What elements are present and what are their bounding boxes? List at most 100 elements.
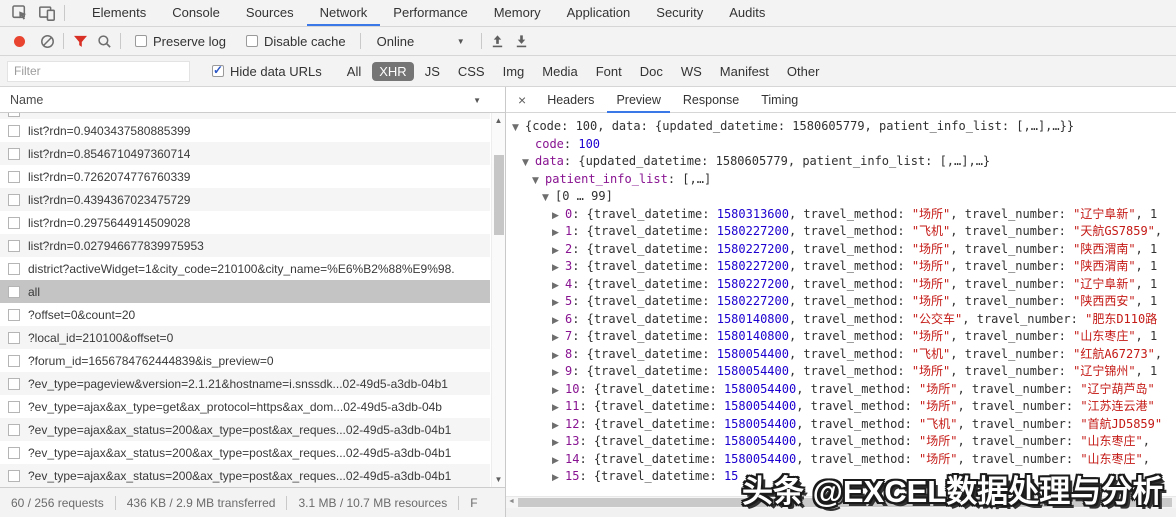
clear-icon[interactable] xyxy=(35,29,59,53)
tab-sources[interactable]: Sources xyxy=(233,0,307,26)
close-icon[interactable]: × xyxy=(518,87,526,113)
disclosure-triangle-icon[interactable]: ▶ xyxy=(552,278,565,294)
disclosure-triangle-icon[interactable]: ▶ xyxy=(552,260,565,276)
disclosure-triangle-icon[interactable]: ▶ xyxy=(552,243,565,259)
request-row[interactable]: all xyxy=(0,280,490,303)
json-tree-row[interactable]: ▶9: {travel_datetime: 1580054400, travel… xyxy=(506,363,1176,381)
disclosure-triangle-icon[interactable]: ▶ xyxy=(552,348,565,364)
filter-type-xhr[interactable]: XHR xyxy=(372,62,413,81)
json-tree-row[interactable]: ▼[0 … 99] xyxy=(506,188,1176,206)
json-tree-row[interactable]: ▶8: {travel_datetime: 1580054400, travel… xyxy=(506,346,1176,364)
json-tree-row[interactable]: ▶6: {travel_datetime: 1580140800, travel… xyxy=(506,311,1176,329)
request-row[interactable]: ?ev_type=ajax&ax_status=200&ax_type=post… xyxy=(0,418,490,441)
json-tree-row[interactable]: ▶5: {travel_datetime: 1580227200, travel… xyxy=(506,293,1176,311)
disclosure-triangle-icon[interactable]: ▶ xyxy=(552,383,565,399)
request-row[interactable]: ?forum_id=1656784762444839&is_preview=0 xyxy=(0,349,490,372)
filter-type-img[interactable]: Img xyxy=(496,62,532,81)
disclosure-triangle-icon[interactable]: ▶ xyxy=(552,225,565,241)
request-row[interactable]: list?rdn=0.2975644914509028 xyxy=(0,211,490,234)
disclosure-triangle-icon[interactable]: ▶ xyxy=(552,313,565,329)
detail-tab-timing[interactable]: Timing xyxy=(752,87,807,113)
request-row[interactable]: list?rdn=0.9403437580885399 xyxy=(0,119,490,142)
request-row[interactable]: ?ev_type=ajax&ax_status=200&ax_type=post… xyxy=(0,441,490,464)
json-tree-row[interactable]: ▼{code: 100, data: {updated_datetime: 15… xyxy=(506,118,1176,136)
filter-type-manifest[interactable]: Manifest xyxy=(713,62,776,81)
export-har-icon[interactable] xyxy=(510,29,534,53)
disclosure-triangle-icon[interactable]: ▼ xyxy=(512,120,525,136)
filter-type-doc[interactable]: Doc xyxy=(633,62,670,81)
checkbox-unchecked[interactable] xyxy=(135,35,147,47)
detail-tab-preview[interactable]: Preview xyxy=(607,87,669,113)
tab-security[interactable]: Security xyxy=(643,0,716,26)
hide-data-urls-checkbox[interactable]: Hide data URLs xyxy=(212,64,322,79)
checkbox-unchecked[interactable] xyxy=(246,35,258,47)
scroll-down-icon[interactable]: ▼ xyxy=(492,475,505,484)
device-toolbar-icon[interactable] xyxy=(33,0,60,26)
disclosure-triangle-icon[interactable]: ▶ xyxy=(552,453,565,469)
request-row[interactable]: ?ev_type=pageview&version=2.1.21&hostnam… xyxy=(0,372,490,395)
disclosure-triangle-icon[interactable]: ▶ xyxy=(552,470,565,486)
tab-network[interactable]: Network xyxy=(307,0,381,26)
disclosure-triangle-icon[interactable]: ▼ xyxy=(532,173,545,189)
disclosure-triangle-icon[interactable]: ▶ xyxy=(552,208,565,224)
search-icon[interactable] xyxy=(92,29,116,53)
scroll-left-icon[interactable]: ◄ xyxy=(508,498,515,505)
detail-tab-headers[interactable]: Headers xyxy=(538,87,603,113)
json-tree-row[interactable]: ▶7: {travel_datetime: 1580140800, travel… xyxy=(506,328,1176,346)
filter-type-all[interactable]: All xyxy=(340,62,368,81)
json-tree-row[interactable]: ▶12: {travel_datetime: 1580054400, trave… xyxy=(506,416,1176,434)
request-row[interactable]: ?ev_type=ajax&ax_type=get&ax_protocol=ht… xyxy=(0,395,490,418)
tab-audits[interactable]: Audits xyxy=(716,0,778,26)
scroll-up-icon[interactable]: ▲ xyxy=(492,116,505,125)
request-row[interactable]: list?rdn=0.027946677839975953 xyxy=(0,234,490,257)
json-tree-row[interactable]: ▶0: {travel_datetime: 1580313600, travel… xyxy=(506,206,1176,224)
filter-type-media[interactable]: Media xyxy=(535,62,584,81)
filter-type-css[interactable]: CSS xyxy=(451,62,492,81)
json-tree-row[interactable]: code: 100 xyxy=(506,136,1176,154)
filter-type-js[interactable]: JS xyxy=(418,62,447,81)
json-tree-row[interactable]: ▶4: {travel_datetime: 1580227200, travel… xyxy=(506,276,1176,294)
tab-elements[interactable]: Elements xyxy=(79,0,159,26)
disclosure-triangle-icon[interactable]: ▶ xyxy=(552,435,565,451)
json-tree-row[interactable]: ▼patient_info_list: [,…] xyxy=(506,171,1176,189)
json-tree-row[interactable]: ▶3: {travel_datetime: 1580227200, travel… xyxy=(506,258,1176,276)
json-tree-row[interactable]: ▶10: {travel_datetime: 1580054400, trave… xyxy=(506,381,1176,399)
request-row[interactable]: list?rdn=0.7262074776760339 xyxy=(0,165,490,188)
tab-performance[interactable]: Performance xyxy=(380,0,480,26)
request-row[interactable]: list?rdn=0.4394367023475729 xyxy=(0,188,490,211)
tab-application[interactable]: Application xyxy=(554,0,644,26)
inspect-element-icon[interactable] xyxy=(6,0,33,26)
filter-input[interactable] xyxy=(7,61,190,82)
detail-tab-response[interactable]: Response xyxy=(674,87,748,113)
json-tree-row[interactable]: ▶1: {travel_datetime: 1580227200, travel… xyxy=(506,223,1176,241)
tab-memory[interactable]: Memory xyxy=(481,0,554,26)
throttling-dropdown[interactable]: Online ▼ xyxy=(377,34,465,49)
disclosure-triangle-icon[interactable]: ▼ xyxy=(542,190,555,206)
name-column-header[interactable]: Name ▼ xyxy=(0,87,505,113)
request-row[interactable]: ?local_id=210100&offset=0 xyxy=(0,326,490,349)
request-row[interactable]: district?activeWidget=1&city_code=210100… xyxy=(0,257,490,280)
tab-console[interactable]: Console xyxy=(159,0,233,26)
vertical-scrollbar[interactable]: ▲ ▼ xyxy=(491,113,505,487)
disable-cache-checkbox[interactable]: Disable cache xyxy=(246,34,346,49)
filter-type-font[interactable]: Font xyxy=(589,62,629,81)
filter-type-ws[interactable]: WS xyxy=(674,62,709,81)
json-tree-row[interactable]: ▶13: {travel_datetime: 1580054400, trave… xyxy=(506,433,1176,451)
disclosure-triangle-icon[interactable]: ▶ xyxy=(552,400,565,416)
disclosure-triangle-icon[interactable]: ▶ xyxy=(552,365,565,381)
filter-funnel-icon[interactable] xyxy=(68,29,92,53)
json-tree-row[interactable]: ▼data: {updated_datetime: 1580605779, pa… xyxy=(506,153,1176,171)
disclosure-triangle-icon[interactable]: ▶ xyxy=(552,418,565,434)
request-row[interactable]: ?offset=0&count=20 xyxy=(0,303,490,326)
preserve-log-checkbox[interactable]: Preserve log xyxy=(135,34,226,49)
json-tree-row[interactable]: ▶2: {travel_datetime: 1580227200, travel… xyxy=(506,241,1176,259)
request-row[interactable]: ?ev_type=ajax&ax_status=200&ax_type=post… xyxy=(0,464,490,487)
disclosure-triangle-icon[interactable]: ▼ xyxy=(522,155,535,171)
disclosure-triangle-icon[interactable]: ▶ xyxy=(552,295,565,311)
json-tree-row[interactable]: ▶11: {travel_datetime: 1580054400, trave… xyxy=(506,398,1176,416)
record-button[interactable] xyxy=(14,36,25,47)
checkbox-checked[interactable] xyxy=(212,65,224,77)
import-har-icon[interactable] xyxy=(486,29,510,53)
disclosure-triangle-icon[interactable]: ▶ xyxy=(552,330,565,346)
request-row[interactable]: list?rdn=0.8546710497360714 xyxy=(0,142,490,165)
